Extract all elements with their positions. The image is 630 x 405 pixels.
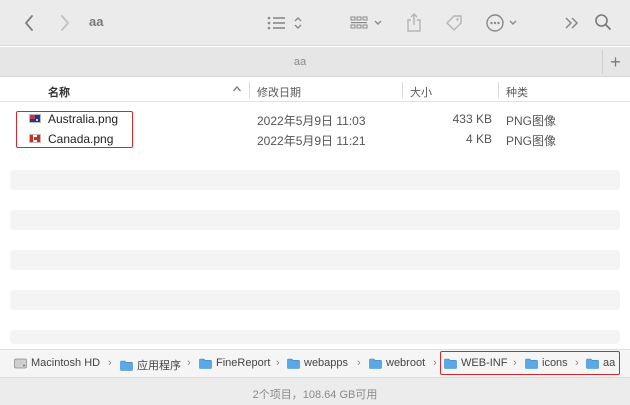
path-separator: › [187, 357, 191, 369]
folder-icon [199, 358, 212, 369]
folder-icon [287, 358, 300, 369]
empty-row-stripe [10, 250, 620, 270]
column-size[interactable]: 大小 [410, 84, 432, 100]
hard-drive-icon [14, 358, 27, 368]
share-button[interactable] [404, 11, 424, 35]
window-title: aa [89, 14, 104, 29]
chevron-right-icon [61, 15, 69, 31]
ellipsis-circle-icon [486, 14, 517, 32]
path-item-label: 应用程序 [137, 360, 181, 372]
tab-bar: aa + [0, 47, 630, 77]
forward-button[interactable] [56, 12, 74, 34]
file-kind: PNG图像 [506, 134, 557, 148]
path-item-webroot[interactable]: webroot [369, 357, 425, 369]
column-kind[interactable]: 种类 [506, 84, 528, 100]
empty-row-stripe [10, 210, 620, 230]
empty-row-stripe [10, 330, 620, 344]
files-highlight-box [16, 111, 133, 148]
path-item-macintosh-hd[interactable]: Macintosh HD [14, 357, 100, 369]
path-item-label: webroot [386, 357, 426, 369]
double-chevron-right-icon [565, 17, 579, 29]
column-divider[interactable] [402, 82, 403, 98]
empty-row-stripe [10, 290, 620, 310]
path-item-label: Macintosh HD [31, 357, 101, 369]
toolbar: aa [0, 0, 630, 46]
list-view-button[interactable] [264, 13, 306, 33]
new-tab-button[interactable]: + [602, 50, 628, 74]
path-separator: › [357, 357, 361, 369]
empty-row-stripe [10, 170, 620, 190]
file-size: 4 KB [465, 132, 492, 146]
chevron-up-icon [233, 86, 241, 92]
file-date: 2022年5月9日 11:03 [257, 114, 366, 128]
chevron-left-icon [25, 15, 33, 31]
column-name[interactable]: 名称 [48, 84, 70, 100]
path-separator: › [108, 357, 112, 369]
status-text: 2个项目，108.64 GB可用 [252, 389, 378, 401]
path-separator: › [276, 357, 280, 369]
file-date: 2022年5月9日 11:21 [257, 134, 366, 148]
column-divider[interactable] [498, 82, 499, 98]
path-item-label: FineReport [216, 357, 271, 369]
path-item-applications[interactable]: 应用程序 [120, 357, 181, 373]
group-button[interactable] [348, 13, 388, 33]
column-divider[interactable] [249, 82, 250, 98]
list-view-icon [267, 16, 302, 30]
path-item-webapps[interactable]: webapps [287, 357, 348, 369]
share-icon [407, 13, 421, 32]
search-button[interactable] [592, 11, 614, 33]
grid-group-icon [350, 16, 382, 29]
tag-button[interactable] [442, 11, 466, 35]
column-date[interactable]: 修改日期 [257, 84, 301, 100]
folder-icon [369, 358, 382, 369]
file-kind: PNG图像 [506, 114, 557, 128]
tab-aa[interactable]: aa [0, 56, 600, 68]
file-size: 433 KB [452, 112, 492, 126]
back-button[interactable] [20, 12, 38, 34]
status-bar: 2个项目，108.64 GB可用 [0, 377, 630, 405]
path-highlight-box [440, 351, 620, 375]
action-menu-button[interactable] [484, 12, 522, 34]
column-header-row: 名称 修改日期 大小 种类 [0, 78, 630, 102]
tag-icon [446, 15, 462, 31]
folder-icon [120, 360, 133, 371]
path-item-finereport[interactable]: FineReport [199, 357, 270, 369]
path-separator: › [433, 357, 437, 369]
more-toolbar-button[interactable] [562, 12, 582, 34]
path-item-label: webapps [304, 357, 349, 369]
search-icon [595, 14, 611, 30]
